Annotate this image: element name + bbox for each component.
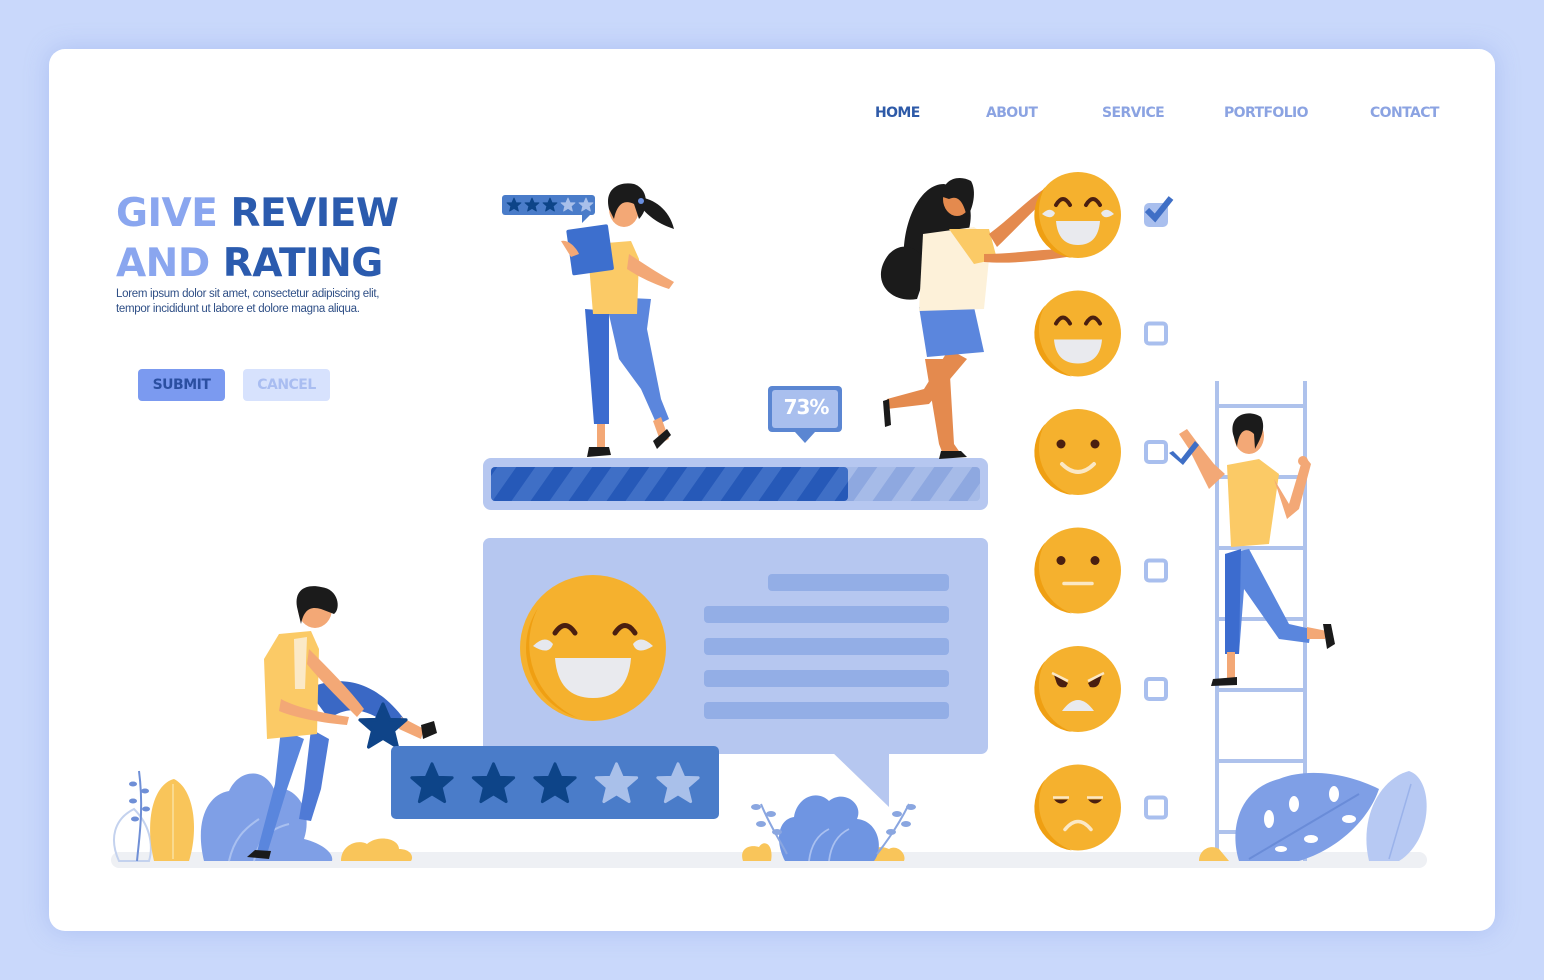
progress-fill bbox=[491, 467, 848, 501]
text-line bbox=[704, 638, 949, 655]
emoji-neutral-icon[interactable] bbox=[1034, 527, 1121, 614]
emoji-angry-icon[interactable] bbox=[1034, 646, 1121, 732]
checkbox-checked[interactable] bbox=[1144, 196, 1174, 227]
right-plants bbox=[1199, 771, 1427, 861]
checkbox-unchecked[interactable] bbox=[1144, 440, 1168, 464]
text-line bbox=[704, 670, 949, 687]
checkbox-unchecked[interactable] bbox=[1144, 677, 1168, 701]
emoji-grinning-icon[interactable] bbox=[1034, 290, 1121, 377]
text-line bbox=[704, 606, 949, 623]
review-illustration bbox=[111, 172, 1427, 868]
star-rating-box bbox=[391, 746, 719, 819]
checkbox-unchecked[interactable] bbox=[1144, 795, 1168, 820]
checkbox-unchecked[interactable] bbox=[1144, 558, 1168, 583]
text-line bbox=[704, 702, 949, 719]
text-line bbox=[768, 574, 949, 591]
checkbox-unchecked[interactable] bbox=[1144, 321, 1168, 346]
emoji-scale bbox=[1034, 172, 1174, 851]
tears-of-joy-emoji-large bbox=[520, 575, 666, 721]
girl-with-tablet bbox=[502, 183, 674, 457]
center-plants bbox=[742, 795, 916, 862]
progress-percent-label: 73% bbox=[783, 395, 830, 419]
progress-bar bbox=[483, 458, 988, 510]
emoji-sad-icon[interactable] bbox=[1034, 764, 1121, 851]
landing-page-card: HOME ABOUT SERVICE PORTFOLIO CONTACT GIV… bbox=[49, 49, 1495, 931]
emoji-tears-of-joy-icon[interactable] bbox=[1034, 172, 1121, 258]
emoji-smiling-icon[interactable] bbox=[1034, 409, 1121, 495]
